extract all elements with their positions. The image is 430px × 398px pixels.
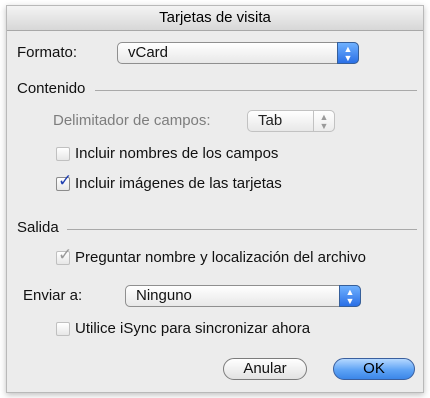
isync-checkbox[interactable] [56, 322, 70, 336]
format-popup[interactable]: vCard ▲ ▼ [117, 42, 359, 64]
include-field-names-checkbox[interactable] [56, 147, 70, 161]
format-popup-value: vCard [128, 44, 169, 61]
content-section-heading: Contenido [17, 80, 86, 97]
send-to-label: Enviar a: [23, 287, 83, 304]
ask-name-location-label: Preguntar nombre y localización del arch… [75, 249, 366, 266]
output-section-divider [67, 229, 417, 230]
isync-label: Utilice iSync para sincronizar ahora [75, 320, 311, 337]
ok-button[interactable]: OK [333, 358, 415, 380]
delimiter-popup-value: Tab [258, 112, 283, 129]
checkmark-icon: ✓ [58, 171, 73, 190]
updown-arrows-icon: ▲ ▼ [337, 42, 359, 64]
include-card-images-checkbox[interactable]: ✓ [56, 172, 72, 191]
output-section-heading: Salida [17, 219, 59, 236]
content-section-divider [95, 90, 417, 91]
send-to-popup[interactable]: Ninguno ▲ ▼ [125, 285, 361, 307]
dialog-title: Tarjetas de visita [7, 6, 423, 31]
export-dialog: Tarjetas de visita Formato: vCard ▲ ▼ Con… [6, 5, 424, 393]
cancel-button[interactable]: Anular [223, 358, 307, 380]
format-label: Formato: [17, 44, 78, 61]
checkmark-icon: ✓ [58, 245, 73, 264]
include-field-names-label: Incluir nombres de los campos [75, 145, 279, 162]
include-card-images-label: Incluir imágenes de las tarjetas [75, 175, 282, 192]
ask-name-location-checkbox[interactable]: ✓ [56, 246, 72, 265]
updown-arrows-icon: ▲ ▼ [313, 110, 335, 132]
send-to-popup-value: Ninguno [136, 287, 192, 304]
delimiter-label: Delimitador de campos: [53, 112, 211, 129]
delimiter-popup[interactable]: Tab ▲ ▼ [247, 110, 335, 132]
updown-arrows-icon: ▲ ▼ [339, 285, 361, 307]
